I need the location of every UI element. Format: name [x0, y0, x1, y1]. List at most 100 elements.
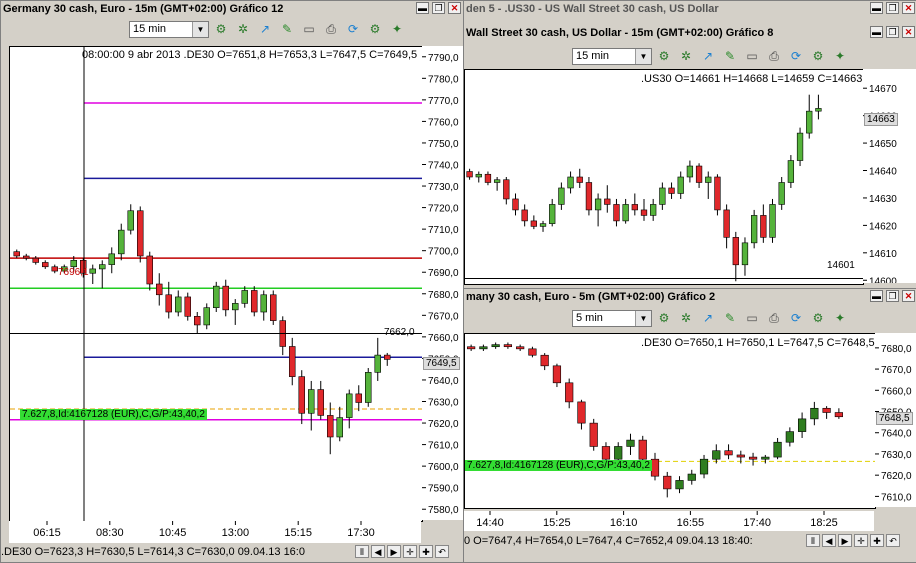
refresh-icon[interactable]: ⟳	[788, 48, 804, 64]
candle	[13, 251, 20, 257]
close-button[interactable]: ✕	[448, 2, 461, 14]
price-plot[interactable]: .DE30 O=7650,1 H=7650,1 L=7647,5 C=7648,…	[464, 333, 876, 509]
more-icon[interactable]: ✦	[389, 21, 405, 37]
candle	[810, 407, 819, 420]
print-icon[interactable]: ⎙	[766, 48, 782, 64]
draw-tool-icon[interactable]: ✎	[279, 21, 295, 37]
refresh-icon[interactable]: ⟳	[345, 21, 361, 37]
trend-line-icon[interactable]: ↗	[257, 21, 273, 37]
axis-tick-label: 7710,0	[428, 225, 459, 236]
axis-tick-label: 08:30	[96, 527, 124, 539]
candle	[222, 285, 229, 311]
price-plot[interactable]: .US30 O=14661 H=14668 L=14659 C=14663 14…	[464, 69, 864, 285]
candle	[668, 187, 675, 194]
add-indicator-icon[interactable]: ⚙	[213, 21, 229, 37]
objects-icon[interactable]: ▭	[744, 48, 760, 64]
chart-toolbar: 15 min ▼ ⚙ ✲ ↗ ✎ ▭ ⎙ ⟳ ⚙ ✦	[1, 18, 463, 40]
zoom-in-icon[interactable]: ✛	[403, 545, 417, 558]
scroll-controls: ⦀ ◀ ▶ ✛ ✚ ↶	[355, 545, 449, 558]
trend-line-icon[interactable]: ↗	[700, 310, 716, 326]
chart-toolbar: 5 min ▼ ⚙ ✲ ↗ ✎ ▭ ⎙ ⟳ ⚙ ✦	[464, 307, 916, 329]
axis-tick-label: 7680,0	[428, 290, 459, 301]
candle	[540, 354, 549, 367]
chart-window-de30-5m: many 30 cash, Euro - 5m (GMT+02:00) Gráf…	[463, 288, 916, 563]
zoom-out-icon[interactable]: ✚	[870, 534, 884, 547]
more-icon[interactable]: ✦	[832, 310, 848, 326]
close-button[interactable]: ✕	[902, 290, 915, 302]
candle	[650, 458, 660, 477]
candle	[118, 229, 125, 255]
add-indicator-icon[interactable]: ⚙	[656, 310, 672, 326]
indicator-settings-icon[interactable]: ✲	[678, 310, 694, 326]
candle	[32, 257, 39, 263]
candle	[493, 179, 501, 183]
window-title: Germany 30 cash, Euro - 15m (GMT+02:00) …	[1, 1, 463, 17]
timeframe-select[interactable]: 15 min ▼	[572, 48, 652, 65]
candle	[558, 187, 565, 205]
more-icon[interactable]: ✦	[832, 48, 848, 64]
axis-tick-label: 7760,0	[428, 117, 459, 128]
back-icon[interactable]: ↶	[886, 534, 900, 547]
axis-tick-label: 7680,0	[881, 344, 912, 355]
objects-icon[interactable]: ▭	[744, 310, 760, 326]
zoom-out-icon[interactable]: ✚	[419, 545, 433, 558]
order-label[interactable]: 7.627,8,Id:4167128 (EUR),C,G/P:43,40,2	[465, 460, 652, 471]
scroll-left-icon[interactable]: ◀	[371, 545, 385, 558]
add-indicator-icon[interactable]: ⚙	[656, 48, 672, 64]
trend-line-icon[interactable]: ↗	[700, 48, 716, 64]
axis-tick-label: 7600,0	[428, 462, 459, 473]
scrollbar-icon[interactable]: ⦀	[355, 545, 369, 558]
price-plot[interactable]: 08:00:00 9 abr 2013 .DE30 O=7651,8 H=765…	[9, 46, 423, 522]
restore-button[interactable]: ❐	[432, 2, 445, 14]
candle	[751, 215, 758, 244]
back-icon[interactable]: ↶	[435, 545, 449, 558]
scroll-right-icon[interactable]: ▶	[387, 545, 401, 558]
axis-tick-label: 14670	[869, 84, 897, 95]
chevron-down-icon[interactable]: ▼	[635, 49, 651, 64]
scroll-left-icon[interactable]: ◀	[822, 534, 836, 547]
candle	[631, 204, 638, 211]
candle	[601, 446, 611, 460]
candle	[479, 346, 488, 350]
minimize-button[interactable]: ▬	[870, 290, 883, 302]
axis-tick-label: 7690,0	[428, 268, 459, 279]
axis-tick-label: 7630,0	[881, 450, 912, 461]
zoom-in-icon[interactable]: ✛	[854, 534, 868, 547]
candle	[677, 176, 684, 194]
draw-tool-icon[interactable]: ✎	[722, 48, 738, 64]
print-icon[interactable]: ⎙	[323, 21, 339, 37]
indicator-settings-icon[interactable]: ✲	[678, 48, 694, 64]
refresh-icon[interactable]: ⟳	[788, 310, 804, 326]
restore-button[interactable]: ❐	[886, 26, 899, 38]
close-button[interactable]: ✕	[902, 2, 915, 14]
indicator-settings-icon[interactable]: ✲	[235, 21, 251, 37]
candle	[549, 204, 556, 224]
scroll-right-icon[interactable]: ▶	[838, 534, 852, 547]
order-label[interactable]: 7.627,8,Id:4167128 (EUR),C,G/P:43,40,2	[20, 409, 207, 420]
axis-tick-label: 7780,0	[428, 74, 459, 85]
axis-tick-label: 7740,0	[428, 161, 459, 172]
candle	[475, 173, 482, 178]
candle	[99, 264, 106, 270]
restore-button[interactable]: ❐	[886, 2, 899, 14]
objects-icon[interactable]: ▭	[301, 21, 317, 37]
minimize-button[interactable]: ▬	[870, 26, 883, 38]
minimize-button[interactable]: ▬	[870, 2, 883, 14]
candle	[203, 307, 210, 326]
settings-icon[interactable]: ⚙	[810, 48, 826, 64]
chevron-down-icon[interactable]: ▼	[635, 311, 651, 326]
draw-tool-icon[interactable]: ✎	[722, 310, 738, 326]
axis-tick-label: 7580,0	[428, 505, 459, 516]
close-button[interactable]: ✕	[902, 26, 915, 38]
settings-icon[interactable]: ⚙	[810, 310, 826, 326]
chart-toolbar: 15 min ▼ ⚙ ✲ ↗ ✎ ▭ ⎙ ⟳ ⚙ ✦	[464, 45, 916, 67]
timeframe-select[interactable]: 15 min ▼	[129, 21, 209, 38]
print-icon[interactable]: ⎙	[766, 310, 782, 326]
minimize-button[interactable]: ▬	[416, 2, 429, 14]
candle	[289, 346, 296, 377]
scrollbar-icon[interactable]: ⦀	[806, 534, 820, 547]
chevron-down-icon[interactable]: ▼	[192, 22, 208, 37]
restore-button[interactable]: ❐	[886, 290, 899, 302]
settings-icon[interactable]: ⚙	[367, 21, 383, 37]
timeframe-select[interactable]: 5 min ▼	[572, 310, 652, 327]
